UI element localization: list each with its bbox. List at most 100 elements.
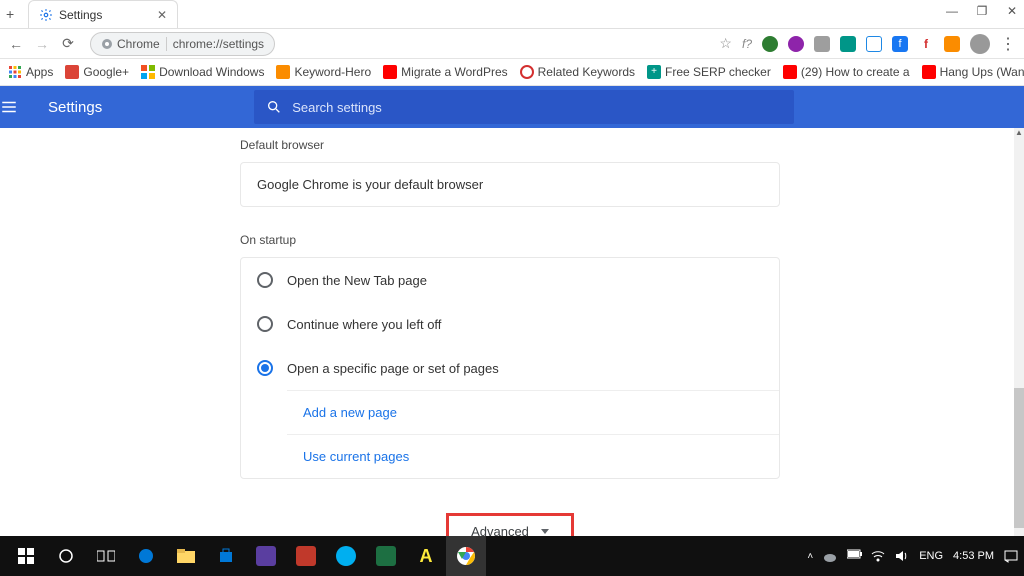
bookmark-item[interactable]: + Free SERP checker — [647, 65, 771, 79]
tray-clock[interactable]: 4:53 PM — [953, 550, 994, 562]
camera-icon[interactable] — [866, 36, 882, 52]
radio-label: Continue where you left off — [287, 317, 441, 332]
taskbar-app[interactable] — [366, 536, 406, 576]
page-title: Settings — [48, 99, 102, 116]
bookmark-label: Migrate a WordPres — [401, 65, 507, 79]
extension-icon[interactable] — [814, 36, 830, 52]
profile-avatar[interactable] — [970, 34, 990, 54]
onedrive-icon[interactable] — [823, 549, 837, 563]
youtube-icon — [383, 65, 397, 79]
bookmark-item[interactable]: Hang Ups (Want You — [922, 65, 1024, 79]
star-icon[interactable]: ☆ — [719, 35, 732, 52]
taskbar-app-edge[interactable] — [126, 536, 166, 576]
menu-button[interactable] — [0, 98, 48, 116]
cortana-button[interactable] — [46, 536, 86, 576]
youtube-icon — [922, 65, 936, 79]
radio-icon — [257, 360, 273, 376]
battery-icon[interactable] — [847, 549, 861, 563]
tray-language[interactable]: ENG — [919, 550, 943, 562]
bookmark-label: Free SERP checker — [665, 65, 771, 79]
taskbar-app[interactable] — [246, 536, 286, 576]
link-use-current-pages[interactable]: Use current pages — [287, 434, 779, 478]
advanced-toggle-button[interactable]: Advanced — [449, 518, 571, 536]
extension-icon[interactable] — [840, 36, 856, 52]
bookmark-item[interactable]: Related Keywords — [520, 65, 635, 79]
bookmark-label: Related Keywords — [538, 65, 635, 79]
extension-icon[interactable] — [762, 36, 778, 52]
bookmark-label: Hang Ups (Want You — [940, 65, 1024, 79]
startup-option-continue[interactable]: Continue where you left off — [241, 302, 779, 346]
bookmark-item[interactable]: Google+ — [65, 65, 129, 79]
gear-icon — [39, 8, 53, 22]
bookmark-item[interactable]: Keyword-Hero — [276, 65, 371, 79]
settings-content: Default browser Google Chrome is your de… — [0, 128, 1014, 536]
taskbar-app[interactable] — [286, 536, 326, 576]
window-maximize-button[interactable]: ❐ — [976, 4, 988, 18]
settings-header: Settings — [0, 86, 1024, 128]
extension-icon[interactable] — [944, 36, 960, 52]
browser-tab-active[interactable]: Settings ✕ — [28, 0, 178, 28]
apps-icon — [8, 65, 22, 79]
taskbar-app[interactable]: A — [406, 536, 446, 576]
reload-button[interactable]: ⟳ — [60, 35, 76, 52]
omnibox-site-label: Chrome — [117, 37, 160, 51]
chevron-down-icon — [541, 529, 549, 534]
taskbar-app-explorer[interactable] — [166, 536, 206, 576]
bookmark-favicon — [520, 65, 534, 79]
bookmark-item[interactable]: Apps — [8, 65, 53, 79]
start-button[interactable] — [6, 536, 46, 576]
scroll-up-arrow[interactable]: ▲ — [1014, 128, 1024, 138]
bookmark-label: Keyword-Hero — [294, 65, 371, 79]
system-tray: ˄ ENG 4:53 PM — [807, 549, 1018, 563]
bookmark-label: (29) How to create a — [801, 65, 910, 79]
extension-icon[interactable] — [788, 36, 804, 52]
window-minimize-button[interactable]: — — [946, 4, 958, 18]
scrollbar[interactable]: ▲ — [1014, 128, 1024, 536]
omnibox[interactable]: Chrome chrome://settings — [90, 32, 275, 56]
bookmark-favicon: + — [647, 65, 661, 79]
window-close-button[interactable]: ✕ — [1006, 4, 1018, 18]
back-button[interactable]: ← — [8, 36, 24, 52]
bookmark-favicon — [276, 65, 290, 79]
close-icon[interactable]: ✕ — [157, 8, 167, 22]
radio-icon — [257, 272, 273, 288]
startup-option-specific-pages[interactable]: Open a specific page or set of pages — [241, 346, 779, 390]
advanced-label: Advanced — [471, 524, 529, 536]
extension-icon[interactable]: f — [918, 36, 934, 52]
extension-icon[interactable]: f? — [742, 37, 752, 51]
taskbar-app-chrome[interactable] — [446, 536, 486, 576]
taskbar-app-store[interactable] — [206, 536, 246, 576]
wifi-icon[interactable] — [871, 549, 885, 563]
browser-menu-button[interactable]: ⋮ — [1000, 34, 1016, 54]
facebook-icon[interactable]: f — [892, 36, 908, 52]
volume-icon[interactable] — [895, 549, 909, 563]
card-default-browser: Google Chrome is your default browser — [240, 162, 780, 207]
section-heading-default-browser: Default browser — [240, 138, 780, 152]
radio-icon — [257, 316, 273, 332]
settings-search[interactable] — [254, 90, 794, 124]
card-on-startup: Open the New Tab page Continue where you… — [240, 257, 780, 479]
new-tab-button[interactable]: + — [6, 6, 14, 22]
task-view-button[interactable] — [86, 536, 126, 576]
tray-overflow-button[interactable]: ˄ — [807, 551, 813, 562]
forward-button[interactable]: → — [34, 36, 50, 52]
bookmarks-bar: Apps Google+ Download Windows Keyword-He… — [0, 58, 1024, 86]
bookmark-item[interactable]: Download Windows — [141, 65, 264, 79]
toolbar-right: ☆ f? f f ⋮ — [719, 34, 1016, 54]
bookmark-label: Google+ — [83, 65, 129, 79]
scroll-thumb[interactable] — [1014, 388, 1024, 528]
notifications-icon[interactable] — [1004, 549, 1018, 563]
taskbar-app-skype[interactable] — [326, 536, 366, 576]
search-input[interactable] — [292, 100, 782, 115]
bookmark-item[interactable]: (29) How to create a — [783, 65, 910, 79]
bookmark-item[interactable]: Migrate a WordPres — [383, 65, 507, 79]
link-add-new-page[interactable]: Add a new page — [287, 390, 779, 434]
chrome-icon — [101, 38, 113, 50]
section-heading-on-startup: On startup — [240, 233, 780, 247]
startup-option-new-tab[interactable]: Open the New Tab page — [241, 258, 779, 302]
default-browser-status: Google Chrome is your default browser — [241, 163, 779, 206]
browser-titlebar: + Settings ✕ — ❐ ✕ — [0, 0, 1024, 28]
youtube-icon — [783, 65, 797, 79]
omnibox-url: chrome://settings — [173, 37, 264, 51]
bookmark-label: Download Windows — [159, 65, 264, 79]
